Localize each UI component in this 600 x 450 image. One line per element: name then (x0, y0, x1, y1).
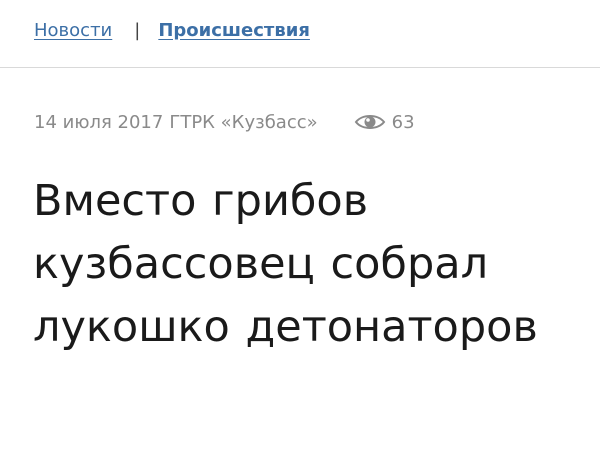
header-divider (0, 67, 600, 68)
breadcrumb-link-news[interactable]: Новости (34, 20, 112, 41)
publish-date: 14 июля 2017 (34, 111, 164, 133)
article-meta: 14 июля 2017 ГТРК «Кузбасс» 63 (34, 108, 415, 136)
source-name: ГТРК «Кузбасс» (169, 111, 318, 133)
article-headline: Вместо грибов кузбассовец собрал лукошко… (33, 176, 538, 352)
breadcrumb-separator: | (134, 19, 141, 41)
views-count: 63 (391, 111, 415, 133)
eye-icon (354, 115, 385, 129)
breadcrumb: Новости | Происшествия (34, 14, 310, 46)
view-counter: 63 (354, 112, 415, 133)
breadcrumb-link-incidents[interactable]: Происшествия (158, 20, 310, 41)
